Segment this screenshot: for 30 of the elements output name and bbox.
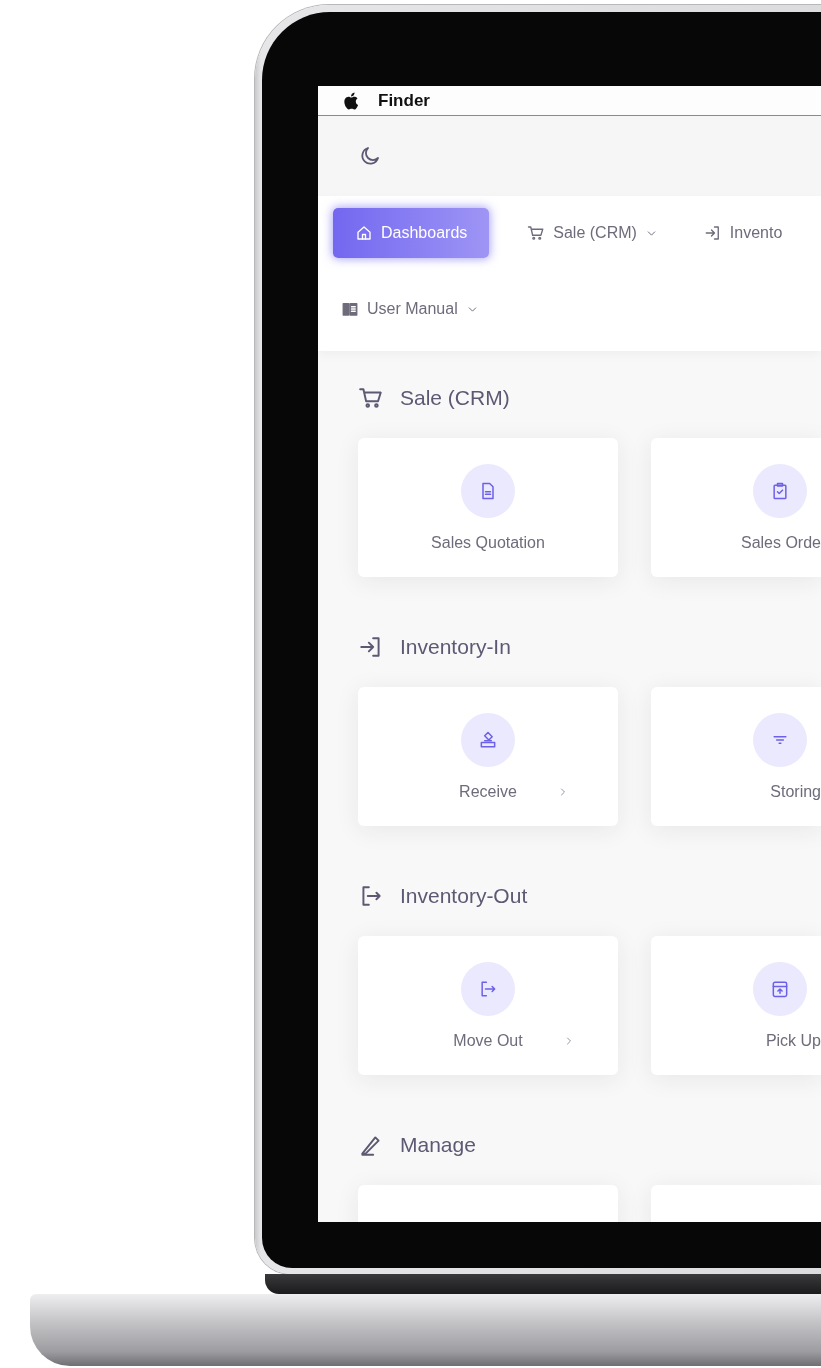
menu-card[interactable]: Sales Orde <box>651 438 821 577</box>
app-name[interactable]: Finder <box>378 90 430 111</box>
card-label: Receive <box>459 782 517 801</box>
card-label: Pick Up <box>765 1031 821 1050</box>
section-title: Inventory-In <box>400 635 511 659</box>
card-label: Sales Orde <box>740 533 821 552</box>
cart-icon <box>358 385 384 411</box>
section-title: Sale (CRM) <box>400 386 510 410</box>
card-label: Move Out <box>453 1031 523 1050</box>
section-title: Manage <box>400 1133 476 1157</box>
card-label: Storing <box>770 782 821 801</box>
menu-card[interactable]: Receive <box>358 687 618 826</box>
enter-arrow-icon <box>703 224 722 242</box>
card-label: Sales Quotation <box>431 533 545 552</box>
house-icon <box>355 224 373 242</box>
nav-tab[interactable]: Sale (CRM) <box>519 208 666 258</box>
menu-card[interactable]: Pick Up <box>651 936 821 1075</box>
book-icon <box>341 300 359 318</box>
moon-icon <box>358 144 382 168</box>
cart-icon <box>527 224 546 242</box>
clipboard-check-icon <box>770 480 790 501</box>
theme-toggle-button[interactable] <box>358 144 382 168</box>
menu-card[interactable]: Storing <box>651 687 821 826</box>
nav-tab[interactable]: User Manual <box>333 284 487 334</box>
section-title: Inventory-Out <box>400 884 528 908</box>
menu-card[interactable]: Move Out <box>358 936 618 1075</box>
stamp-icon <box>478 729 498 750</box>
nav-tab[interactable]: Dashboards <box>333 208 490 258</box>
menu-card[interactable]: Sales Quotation <box>358 438 618 577</box>
nav-tab[interactable]: Invento <box>695 208 791 258</box>
